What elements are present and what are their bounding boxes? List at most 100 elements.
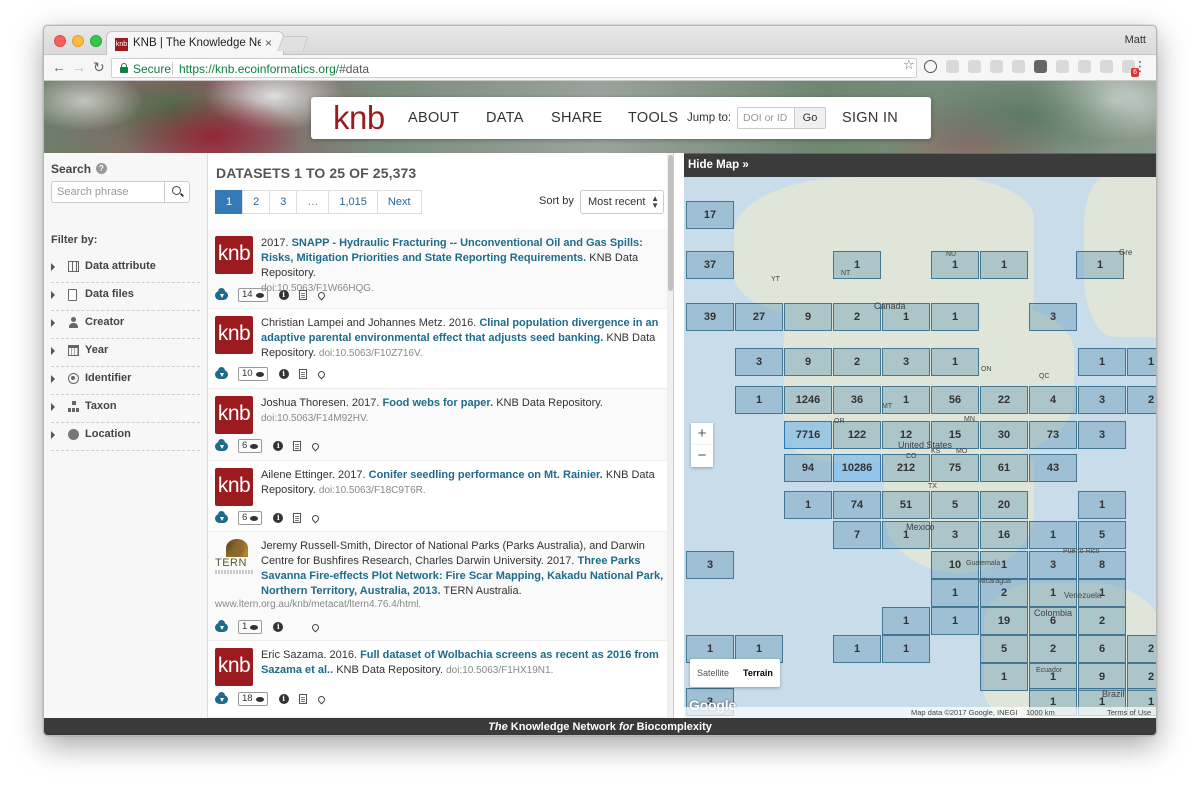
map-grid-cell[interactable]: 1 xyxy=(1127,348,1156,376)
filter-year[interactable]: Year xyxy=(51,339,200,367)
map-grid-cell[interactable]: 37 xyxy=(686,251,734,279)
map-grid-cell[interactable]: 17 xyxy=(686,201,734,229)
knb-logo[interactable]: knb xyxy=(333,99,385,137)
search-input[interactable]: Search phrase xyxy=(51,181,165,203)
filter-data-files[interactable]: Data files xyxy=(51,283,200,311)
map-grid-cell[interactable]: 1 xyxy=(931,607,979,635)
map-grid-cell[interactable]: 30 xyxy=(980,421,1028,449)
map-grid-cell[interactable]: 1 xyxy=(882,635,930,663)
map-grid-cell[interactable]: 10286 xyxy=(833,454,881,482)
address-bar[interactable]: Secure https://knb.ecoinformatics.org/#d… xyxy=(111,58,917,78)
square-extension-icon[interactable] xyxy=(1034,60,1047,73)
result-title-link[interactable]: SNAPP - Hydraulic Fracturing -- Unconven… xyxy=(261,237,643,264)
map-grid-cell[interactable]: 9 xyxy=(784,303,832,331)
map-grid-cell[interactable]: 7716 xyxy=(784,421,832,449)
map-grid-cell[interactable]: 73 xyxy=(1029,421,1077,449)
map-grid-cell[interactable]: 3 xyxy=(1029,303,1077,331)
map-grid-cell[interactable]: 61 xyxy=(980,454,1028,482)
minimize-window-button[interactable] xyxy=(72,35,84,47)
jump-to-input[interactable]: DOI or ID xyxy=(737,107,795,129)
map-grid-cell[interactable]: 2 xyxy=(1029,635,1077,663)
browser-menu-icon[interactable]: ⋮ xyxy=(1133,58,1147,74)
refresh-extension-icon[interactable] xyxy=(968,60,981,73)
map-grid-cell[interactable]: 3 xyxy=(1078,386,1126,414)
terms-of-use-link[interactable]: Terms of Use xyxy=(1107,707,1151,718)
nav-about[interactable]: ABOUT xyxy=(408,110,459,126)
info-icon[interactable]: i xyxy=(278,290,289,300)
map-pin-icon[interactable] xyxy=(316,694,327,704)
map-grid-cell[interactable]: 2 xyxy=(833,348,881,376)
info-icon[interactable]: i xyxy=(273,513,284,523)
satellite-button[interactable]: Satellite xyxy=(690,659,736,687)
map-pin-icon[interactable] xyxy=(316,369,327,379)
hand-extension-icon[interactable] xyxy=(1012,60,1025,73)
new-tab-button[interactable] xyxy=(277,36,309,51)
map-pin-icon[interactable] xyxy=(310,513,321,523)
page-1[interactable]: 1 xyxy=(215,190,244,214)
map-pin-icon[interactable] xyxy=(310,622,321,632)
document-icon[interactable] xyxy=(293,441,302,451)
map-grid-cell[interactable]: 9 xyxy=(784,348,832,376)
map-grid-cell[interactable]: 1 xyxy=(980,251,1028,279)
map-grid-cell[interactable]: 1 xyxy=(735,386,783,414)
map-grid-cell[interactable]: 1 xyxy=(882,607,930,635)
info-extension-icon[interactable] xyxy=(924,60,937,73)
download-icon[interactable] xyxy=(215,366,228,379)
map-grid-cell[interactable]: 3 xyxy=(882,348,930,376)
info-icon[interactable]: i xyxy=(273,622,284,632)
info-icon[interactable]: i xyxy=(273,441,284,451)
map-grid-cell[interactable]: 36 xyxy=(833,386,881,414)
search-button[interactable] xyxy=(164,181,190,203)
download-icon[interactable] xyxy=(215,438,228,451)
download-icon[interactable] xyxy=(215,287,228,300)
map-grid-cell[interactable]: 1246 xyxy=(784,386,832,414)
map-grid-cell[interactable]: 5 xyxy=(1078,521,1126,549)
map-grid-cell[interactable]: 1 xyxy=(1078,348,1126,376)
map-grid-cell[interactable]: 74 xyxy=(833,491,881,519)
map-grid-cell[interactable]: 20 xyxy=(980,491,1028,519)
result-url[interactable]: www.ltern.org.au/knb/metacat/ltern4.76.4… xyxy=(215,599,421,610)
sort-select[interactable]: Most recent ▲ ▼ xyxy=(580,190,664,214)
map-grid-cell[interactable]: 56 xyxy=(931,386,979,414)
map-pin-icon[interactable] xyxy=(316,290,327,300)
zoom-out-button[interactable]: − xyxy=(691,445,713,467)
page-extension-icon[interactable] xyxy=(946,60,959,73)
document-icon[interactable] xyxy=(298,290,307,300)
scroll-thumb[interactable] xyxy=(668,155,673,291)
back-arrow-icon[interactable]: ← xyxy=(52,59,66,75)
map-grid-cell[interactable]: 16 xyxy=(980,521,1028,549)
document-icon[interactable] xyxy=(298,369,307,379)
map-grid-cell[interactable]: 6 xyxy=(1078,635,1126,663)
close-window-button[interactable] xyxy=(54,35,66,47)
download-icon[interactable] xyxy=(215,619,228,632)
zoom-in-button[interactable]: + xyxy=(691,423,713,445)
map-grid-cell[interactable]: 94 xyxy=(784,454,832,482)
filter-creator[interactable]: Creator xyxy=(51,311,200,339)
map-grid-cell[interactable]: 9 xyxy=(1078,663,1126,691)
map-grid-cell[interactable]: 122 xyxy=(833,421,881,449)
zoom-window-button[interactable] xyxy=(90,35,102,47)
document-icon[interactable] xyxy=(298,694,307,704)
result-title-link[interactable]: Food webs for paper. xyxy=(383,397,494,409)
browser-tab[interactable]: knb KNB | The Knowledge Network × xyxy=(106,31,284,56)
sign-in-link[interactable]: SIGN IN xyxy=(842,110,898,126)
map-grid-cell[interactable]: 39 xyxy=(686,303,734,331)
map-grid-cell[interactable]: 27 xyxy=(735,303,783,331)
page-last[interactable]: 1,015 xyxy=(328,190,378,214)
map-grid-cell[interactable]: 8 xyxy=(1078,551,1126,579)
download-icon[interactable] xyxy=(215,510,228,523)
map-grid-cell[interactable]: 1 xyxy=(1078,491,1126,519)
map-grid-cell[interactable]: 1 xyxy=(833,635,881,663)
map-grid-cell[interactable]: 5 xyxy=(980,635,1028,663)
document-icon[interactable] xyxy=(293,513,302,523)
map-grid-cell[interactable]: 2 xyxy=(1127,635,1156,663)
map-grid-cell[interactable]: 2 xyxy=(1127,663,1156,691)
map-grid-cell[interactable]: 1 xyxy=(931,348,979,376)
map-panel[interactable]: 17 37 1 1 1 1 39 27 9 2 1 1 3 3 9 2 3 1 1 1 1 1246 36 1 56 22 4 3 2 7… xyxy=(684,153,1156,718)
map-grid-cell[interactable]: 3 xyxy=(686,551,734,579)
nav-data[interactable]: DATA xyxy=(486,110,524,126)
box-extension-icon[interactable] xyxy=(1100,60,1113,73)
tab-close-icon[interactable]: × xyxy=(265,36,272,50)
map-grid-cell[interactable]: 1 xyxy=(931,579,979,607)
nav-share[interactable]: SHARE xyxy=(551,110,602,126)
